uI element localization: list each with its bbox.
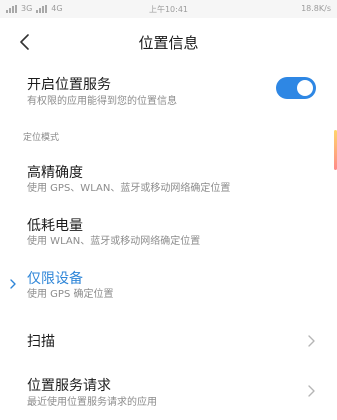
mode-option-subtitle: 使用 GPS、WLAN、蓝牙或移动网络确定位置	[27, 183, 231, 194]
location-requests-row[interactable]: 位置服务请求 最近使用位置服务请求的应用	[0, 372, 337, 412]
location-service-row[interactable]: 开启位置服务 有权限的应用能得到您的位置信息	[0, 70, 337, 110]
mode-option-high-accuracy[interactable]: 高精确度 使用 GPS、WLAN、蓝牙或移动网络确定位置	[0, 158, 337, 198]
location-requests-title: 位置服务请求	[27, 378, 111, 394]
location-service-toggle[interactable]	[276, 77, 316, 99]
mode-option-subtitle: 使用 GPS 确定位置	[27, 289, 114, 300]
network-speed: 18.8K/s	[301, 4, 331, 13]
scan-row[interactable]: 扫描	[0, 326, 337, 356]
location-service-title: 开启位置服务	[27, 77, 111, 93]
toggle-knob	[297, 80, 313, 96]
location-requests-subtitle: 最近使用位置服务请求的应用	[27, 397, 157, 408]
section-label-location-mode: 定位模式	[23, 133, 60, 143]
location-service-subtitle: 有权限的应用能得到您的位置信息	[27, 96, 177, 107]
page-title: 位置信息	[138, 34, 199, 52]
status-bar: 3G 4G 上午10:41 18.8K/s	[0, 0, 337, 18]
page-header: 位置信息	[0, 24, 337, 58]
selected-chevron-icon	[10, 279, 16, 289]
mode-option-battery-saving[interactable]: 低耗电量 使用 WLAN、蓝牙或移动网络确定位置	[0, 211, 337, 251]
chevron-right-icon	[308, 385, 315, 397]
chevron-right-icon	[308, 335, 315, 347]
scan-title: 扫描	[27, 334, 55, 350]
status-time: 上午10:41	[148, 5, 189, 14]
mode-option-subtitle: 使用 WLAN、蓝牙或移动网络确定位置	[27, 236, 201, 247]
mode-option-device-only[interactable]: 仅限设备 使用 GPS 确定位置	[0, 264, 337, 304]
